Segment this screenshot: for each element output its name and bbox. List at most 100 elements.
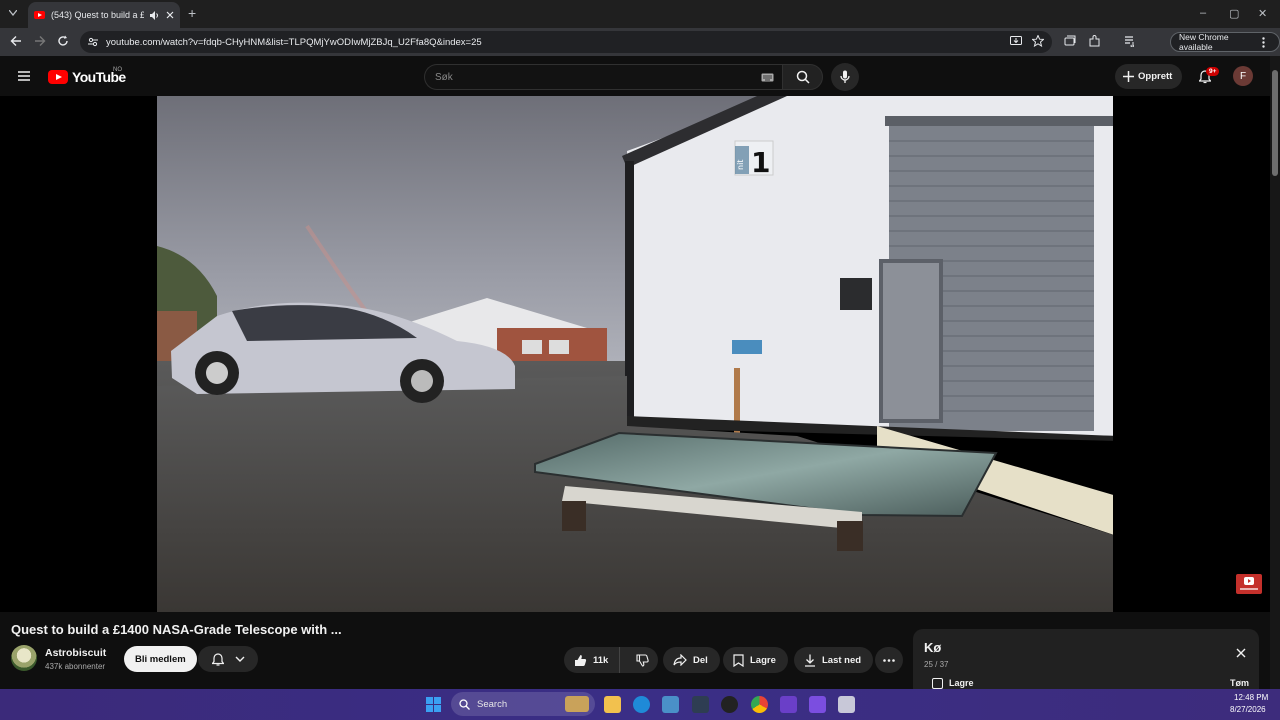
user-avatar[interactable]: F — [1233, 66, 1253, 86]
queue-close-icon[interactable] — [1236, 648, 1246, 658]
forward-arrow-icon[interactable] — [34, 35, 46, 47]
tab-title: (543) Quest to build a £1400 — [51, 10, 144, 20]
queue-title: Kø — [924, 640, 942, 655]
close-tab-icon[interactable] — [166, 11, 174, 19]
subscription-bell-button[interactable] — [198, 646, 258, 672]
unit-sign-number: 1 — [751, 146, 770, 179]
hamburger-menu-icon[interactable] — [18, 71, 30, 81]
join-button[interactable]: Bli medlem — [124, 646, 197, 672]
plus-icon — [1123, 71, 1134, 82]
minimize-icon[interactable]: – — [1200, 7, 1206, 19]
queue-position: 25 / 37 — [924, 660, 949, 669]
app-icon-8[interactable] — [809, 696, 826, 713]
search-icon — [796, 70, 810, 84]
taskbar-search-label: Search — [477, 698, 508, 710]
new-tab-button[interactable]: + — [188, 6, 196, 20]
channel-avatar[interactable] — [11, 645, 37, 671]
taskbar-search-icon — [459, 698, 470, 710]
thumbs-up-icon — [575, 654, 587, 666]
chrome-menu-dots-icon[interactable] — [1262, 37, 1265, 48]
windows-start-icon[interactable] — [426, 697, 441, 712]
dislike-button[interactable] — [626, 653, 658, 667]
browser-toolbar: youtube.com/watch?v=fdqb-CHyHNM&list=TLP… — [0, 28, 1280, 77]
app-icon-4[interactable] — [692, 696, 709, 713]
search-highlight-icon — [565, 696, 589, 712]
keyboard-icon[interactable] — [761, 73, 774, 82]
create-button[interactable]: Opprett — [1115, 64, 1183, 89]
tab-groups-icon[interactable] — [1064, 35, 1076, 47]
close-window-icon[interactable]: ✕ — [1258, 7, 1267, 20]
extensions-puzzle-icon[interactable] — [1089, 35, 1101, 47]
queue-save-checkbox[interactable] — [932, 678, 943, 689]
scrollbar-thumb[interactable] — [1272, 70, 1278, 176]
share-label: Del — [693, 654, 708, 666]
share-button[interactable]: Del — [663, 647, 720, 673]
browser-tab[interactable]: (543) Quest to build a £1400 — [28, 2, 180, 28]
bookmark-icon — [733, 653, 744, 667]
taskbar-clock-date[interactable]: 8/27/2026 — [1230, 705, 1266, 714]
like-button[interactable]: 11k — [564, 647, 620, 673]
like-dislike-group: 11k — [564, 647, 658, 673]
app-icon-3[interactable] — [662, 696, 679, 713]
download-icon — [805, 654, 815, 667]
search-input[interactable]: Søk — [424, 64, 782, 90]
taskbar-search[interactable]: Search — [451, 692, 595, 716]
page-scrollbar[interactable] — [1270, 56, 1280, 689]
taskbar-clock-time[interactable]: 12:48 PM — [1234, 693, 1268, 702]
video-player[interactable]: nit 1 — [0, 96, 1270, 612]
app-icon-5[interactable] — [721, 696, 738, 713]
windows-taskbar: Search — [0, 689, 1280, 720]
edge-browser-icon[interactable] — [633, 696, 650, 713]
install-app-icon[interactable] — [1010, 35, 1022, 47]
microphone-icon — [840, 70, 850, 83]
bell-icon — [211, 652, 224, 666]
chevron-down-icon — [235, 656, 244, 662]
save-button[interactable]: Lagre — [723, 647, 788, 673]
more-dots-icon — [883, 658, 895, 662]
thumbs-down-icon — [635, 653, 649, 667]
region-code: NO — [113, 67, 122, 73]
speaker-icon[interactable] — [150, 10, 160, 20]
media-controls-icon[interactable] — [1124, 35, 1136, 47]
notification-count-badge: 9+ — [1206, 67, 1220, 76]
subscriber-count: 437k abonnenter — [45, 662, 106, 671]
video-title: Quest to build a £1400 NASA-Grade Telesc… — [11, 622, 342, 637]
channel-name[interactable]: Astrobiscuit — [45, 647, 106, 659]
site-info-icon[interactable] — [88, 37, 98, 47]
back-arrow-icon[interactable] — [10, 35, 22, 47]
save-label: Lagre — [750, 654, 776, 666]
bookmark-star-icon[interactable] — [1032, 35, 1044, 47]
search-button[interactable] — [782, 64, 823, 90]
more-actions-button[interactable] — [875, 647, 903, 673]
video-frame[interactable]: nit 1 — [157, 96, 1113, 612]
subscribe-play-icon — [1240, 577, 1258, 590]
file-explorer-icon[interactable] — [604, 696, 621, 713]
reload-icon[interactable] — [57, 35, 69, 47]
share-arrow-icon — [673, 654, 687, 666]
search-placeholder: Søk — [435, 71, 453, 83]
voice-search-button[interactable] — [831, 63, 859, 91]
chrome-icon[interactable] — [751, 696, 768, 713]
unit-sign-text: nit — [736, 160, 745, 170]
queue-save-label[interactable]: Lagre — [949, 678, 974, 688]
subscribe-watermark-icon[interactable] — [1236, 574, 1262, 594]
queue-panel: Kø 25 / 37 Lagre Tøm — [913, 629, 1259, 693]
restore-icon[interactable]: ▢ — [1229, 7, 1239, 20]
url-text[interactable]: youtube.com/watch?v=fdqb-CHyHNM&list=TLP… — [106, 37, 482, 48]
download-button[interactable]: Last ned — [794, 647, 874, 673]
app-icon-7[interactable] — [780, 696, 797, 713]
new-chrome-available-label: New Chrome available — [1179, 32, 1229, 52]
address-bar[interactable]: youtube.com/watch?v=fdqb-CHyHNM&list=TLP… — [80, 31, 1052, 53]
video-scene-image: nit 1 — [157, 96, 1113, 612]
youtube-favicon-icon — [34, 11, 45, 19]
join-label: Bli medlem — [135, 653, 186, 665]
create-label: Opprett — [1138, 71, 1173, 82]
queue-clear-button[interactable]: Tøm — [1230, 678, 1249, 688]
youtube-play-logo-icon — [48, 70, 68, 84]
download-label: Last ned — [822, 654, 862, 666]
youtube-header: YouTube NO Søk Opprett 9+ F — [0, 56, 1280, 96]
tab-search-chevron-icon[interactable] — [9, 10, 17, 16]
like-count: 11k — [593, 654, 609, 666]
app-icon-9[interactable] — [838, 696, 855, 713]
browser-tab-strip: (543) Quest to build a £1400 + – ▢ ✕ — [0, 0, 1280, 28]
